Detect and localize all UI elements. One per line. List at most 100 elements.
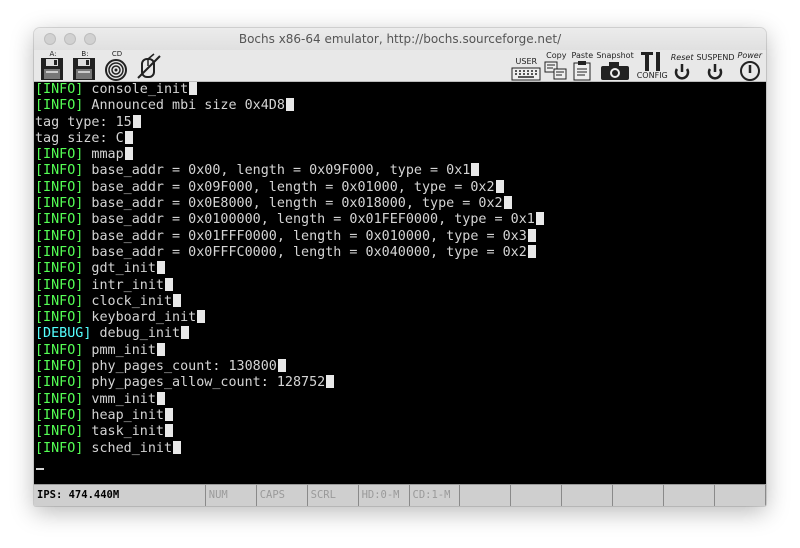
info-tag: [INFO] bbox=[35, 375, 84, 391]
copy-label: Copy bbox=[546, 51, 567, 60]
copy-button[interactable]: Copy bbox=[544, 50, 568, 81]
console-line: [INFO] clock_init bbox=[35, 293, 766, 310]
keyboard-icon bbox=[511, 67, 541, 81]
console-message: intr_init bbox=[83, 277, 164, 293]
close-button[interactable] bbox=[44, 33, 56, 45]
paste-icon bbox=[573, 61, 591, 81]
reset-label: Reset bbox=[670, 53, 694, 62]
line-end-block bbox=[189, 82, 198, 95]
console-message: vmm_init bbox=[83, 391, 156, 407]
console-message: Announced mbi size 0x4D8 bbox=[83, 98, 285, 114]
snapshot-label: Snapshot bbox=[596, 51, 634, 60]
user-label: USER bbox=[515, 57, 538, 66]
status-cell bbox=[511, 485, 563, 506]
console-message: base_addr = 0x0FFFC0000, length = 0x0400… bbox=[83, 244, 527, 260]
console-message: base_addr = 0x0E8000, length = 0x018000,… bbox=[83, 196, 503, 212]
mouse-button[interactable] bbox=[134, 50, 164, 81]
window-controls bbox=[44, 33, 96, 45]
console-line: [DEBUG] debug_init bbox=[35, 326, 766, 342]
console-message: base_addr = 0x09F000, length = 0x01000, … bbox=[83, 179, 495, 195]
info-tag: [INFO] bbox=[35, 391, 84, 407]
console-message: debug_init bbox=[91, 326, 181, 342]
line-end-block bbox=[535, 212, 544, 226]
console-line: [INFO] task_init bbox=[35, 424, 766, 440]
line-end-block bbox=[277, 359, 286, 373]
console-line: [INFO] base_addr = 0x0FFFC0000, length =… bbox=[35, 244, 766, 261]
floppy-a-label: A: bbox=[49, 50, 57, 58]
floppy-a-button[interactable]: A: bbox=[38, 50, 68, 81]
minimize-button[interactable] bbox=[64, 33, 76, 45]
status-cell: NUM bbox=[206, 485, 257, 506]
status-cell bbox=[613, 485, 665, 506]
console-message: phy_pages_count: 130800 bbox=[83, 359, 277, 375]
snapshot-button[interactable]: Snapshot bbox=[596, 50, 634, 81]
info-tag: [INFO] bbox=[35, 261, 84, 277]
paste-label: Paste bbox=[571, 51, 594, 60]
line-end-block bbox=[527, 228, 536, 242]
zoom-button[interactable] bbox=[84, 33, 96, 45]
suspend-label: SUSPEND bbox=[696, 53, 735, 62]
bochs-window: Bochs x86-64 emulator, http://bochs.sour… bbox=[34, 28, 766, 506]
status-cell: CD:1-M bbox=[410, 485, 461, 506]
console-line: [INFO] base_addr = 0x09F000, length = 0x… bbox=[35, 179, 766, 196]
console-screen[interactable]: [INFO] console_init [INFO] Announced mbi … bbox=[34, 82, 766, 484]
console-line: tag type: 15 bbox=[35, 114, 766, 131]
info-tag: [INFO] bbox=[35, 179, 84, 195]
line-end-block bbox=[132, 114, 141, 128]
console-message: base_addr = 0x01FFF0000, length = 0x0100… bbox=[83, 228, 527, 244]
console-message: base_addr = 0x00, length = 0x09F000, typ… bbox=[83, 163, 471, 179]
console-line: [INFO] base_addr = 0x0100000, length = 0… bbox=[35, 212, 766, 228]
floppy-b-button[interactable]: B: bbox=[70, 50, 100, 81]
line-end-block bbox=[156, 391, 165, 405]
line-end-block bbox=[124, 130, 133, 144]
line-end-block bbox=[173, 293, 182, 307]
cdrom-label: CD bbox=[111, 50, 123, 58]
suspend-icon bbox=[708, 64, 723, 80]
power-button[interactable]: Power bbox=[738, 50, 762, 81]
info-tag: [INFO] bbox=[35, 407, 84, 423]
info-tag: [INFO] bbox=[35, 147, 84, 163]
info-tag: [INFO] bbox=[35, 98, 84, 114]
reset-icon bbox=[674, 64, 690, 80]
config-button[interactable]: CONFIG bbox=[637, 50, 668, 81]
console-line: [INFO] console_init bbox=[35, 82, 766, 98]
console-line: tag size: C bbox=[35, 130, 766, 147]
info-tag: [INFO] bbox=[35, 277, 84, 293]
status-cell bbox=[460, 485, 512, 506]
cdrom-button[interactable]: CD bbox=[102, 50, 132, 81]
console-message: tag type: 15 bbox=[35, 114, 132, 130]
console-line: [INFO] gdt_init bbox=[35, 261, 766, 277]
info-tag: [INFO] bbox=[35, 82, 84, 97]
info-tag: [INFO] bbox=[35, 310, 84, 326]
line-end-block bbox=[527, 244, 536, 258]
title-bar[interactable]: Bochs x86-64 emulator, http://bochs.sour… bbox=[34, 28, 766, 50]
text-cursor bbox=[36, 468, 44, 470]
console-message: keyboard_init bbox=[83, 310, 197, 326]
line-end-block bbox=[165, 407, 173, 421]
info-tag: [INFO] bbox=[35, 342, 84, 358]
user-button[interactable]: USER bbox=[511, 50, 541, 81]
console-message: phy_pages_allow_count: 128752 bbox=[83, 375, 326, 391]
line-end-block bbox=[124, 147, 133, 161]
status-bar: IPS: 474.440M NUM CAPS SCRL HD:0-M CD:1-M bbox=[34, 484, 766, 506]
info-tag: [INFO] bbox=[35, 163, 84, 179]
line-end-block bbox=[165, 277, 173, 291]
info-tag: [INFO] bbox=[35, 440, 84, 456]
paste-button[interactable]: Paste bbox=[571, 50, 593, 81]
power-label: Power bbox=[737, 51, 762, 60]
reset-button[interactable]: Reset bbox=[670, 50, 694, 81]
status-cell bbox=[715, 485, 766, 506]
console-line: [INFO] phy_pages_allow_count: 128752 bbox=[35, 375, 766, 391]
line-end-block bbox=[495, 179, 504, 193]
info-tag: [INFO] bbox=[35, 359, 84, 375]
config-icon bbox=[641, 52, 661, 71]
debug-tag: [DEBUG] bbox=[35, 326, 92, 342]
console-line: [INFO] base_addr = 0x01FFF0000, length =… bbox=[35, 228, 766, 245]
ips-indicator: IPS: 474.440M bbox=[34, 485, 206, 506]
line-end-block bbox=[156, 261, 165, 275]
console-line: [INFO] heap_init bbox=[35, 407, 766, 424]
suspend-button[interactable]: SUSPEND bbox=[696, 50, 735, 81]
mouse-disabled-icon bbox=[137, 53, 161, 79]
info-tag: [INFO] bbox=[35, 244, 84, 260]
console-line: [INFO] pmm_init bbox=[35, 342, 766, 359]
